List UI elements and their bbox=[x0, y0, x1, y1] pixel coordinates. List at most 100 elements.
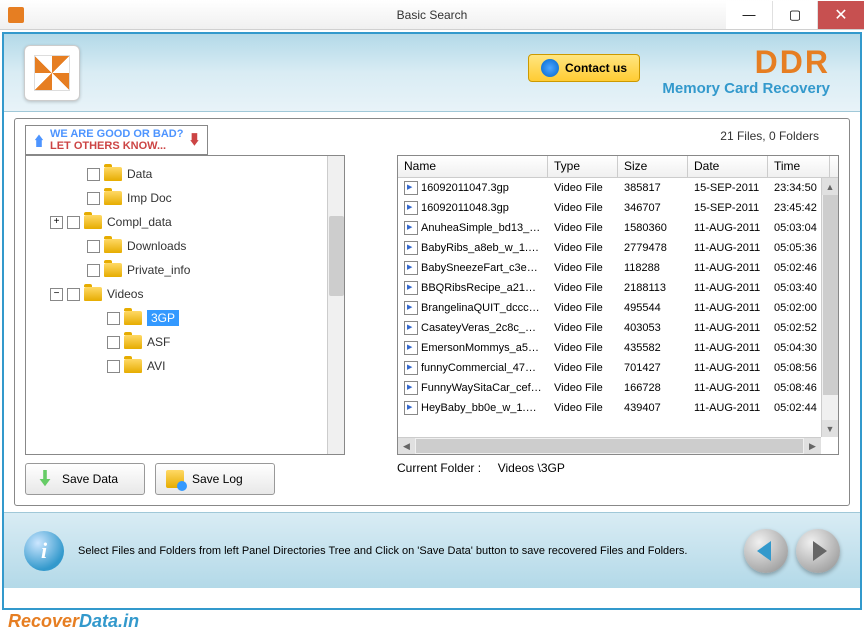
table-row[interactable]: funnyCommercial_4735_w...Video File70142… bbox=[398, 358, 838, 378]
video-file-icon bbox=[404, 301, 418, 315]
video-file-icon bbox=[404, 341, 418, 355]
content-row: Data Imp Doc + Compl_data DownloadsPrivate_i… bbox=[25, 155, 839, 455]
column-date[interactable]: Date bbox=[688, 156, 768, 177]
folder-icon bbox=[124, 335, 142, 349]
footer-hint: Select Files and Folders from left Panel… bbox=[78, 545, 730, 557]
brand-block: DDR Memory Card Recovery bbox=[662, 46, 830, 97]
table-row[interactable]: HeyBaby_bb0e_w_1.3gpVideo File43940711-A… bbox=[398, 398, 838, 418]
folder-icon bbox=[84, 287, 102, 301]
column-name[interactable]: Name bbox=[398, 156, 548, 177]
window-controls: — ▢ ✕ bbox=[726, 1, 864, 29]
folder-icon bbox=[104, 167, 122, 181]
watermark-part2: Data.in bbox=[79, 611, 139, 631]
save-log-icon bbox=[166, 470, 184, 488]
table-row[interactable]: CasateyVeras_2c8c_w_1...Video File403053… bbox=[398, 318, 838, 338]
close-button[interactable]: ✕ bbox=[818, 1, 864, 29]
file-table-header: Name Type Size Date Time bbox=[398, 156, 838, 178]
tree-label: Videos bbox=[107, 287, 143, 301]
scroll-left-icon[interactable]: ◀ bbox=[398, 438, 415, 454]
tree-item[interactable]: Private_info bbox=[30, 258, 340, 282]
tree-label: Compl_data bbox=[107, 215, 172, 229]
tree-checkbox[interactable] bbox=[107, 336, 120, 349]
tree-item[interactable]: Data bbox=[30, 162, 340, 186]
folder-icon bbox=[104, 191, 122, 205]
file-hscrollbar[interactable]: ◀ ▶ bbox=[398, 437, 821, 454]
file-list-panel: Name Type Size Date Time 16092011047.3gp… bbox=[397, 155, 839, 455]
app-icon bbox=[8, 7, 24, 23]
minimize-button[interactable]: — bbox=[726, 1, 772, 29]
tree-checkbox[interactable] bbox=[87, 192, 100, 205]
brand-subtitle: Memory Card Recovery bbox=[662, 80, 830, 97]
tree-item[interactable]: + Compl_data bbox=[30, 210, 340, 234]
contact-us-button[interactable]: Contact us bbox=[528, 54, 640, 82]
folder-icon bbox=[104, 239, 122, 253]
scroll-up-icon[interactable]: ▲ bbox=[822, 178, 838, 195]
tree-checkbox[interactable] bbox=[67, 216, 80, 229]
file-table-body[interactable]: 16092011047.3gpVideo File38581715-SEP-20… bbox=[398, 178, 838, 454]
table-row[interactable]: 16092011048.3gpVideo File34670715-SEP-20… bbox=[398, 198, 838, 218]
tree-label: ASF bbox=[147, 335, 170, 349]
tree-item[interactable]: ASF bbox=[30, 330, 340, 354]
contact-icon bbox=[541, 59, 559, 77]
table-row[interactable]: EmersonMommys_a520_w...Video File4355821… bbox=[398, 338, 838, 358]
next-button[interactable] bbox=[796, 529, 840, 573]
folder-tree-panel: Data Imp Doc + Compl_data DownloadsPrivate_i… bbox=[25, 155, 345, 455]
scroll-right-icon[interactable]: ▶ bbox=[804, 438, 821, 454]
tree-label: 3GP bbox=[147, 310, 179, 326]
current-folder-value: Videos \3GP bbox=[498, 461, 565, 475]
save-log-button[interactable]: Save Log bbox=[155, 463, 275, 495]
tree-scrollbar[interactable] bbox=[327, 156, 344, 454]
table-row[interactable]: BabyRibs_a8eb_w_1.3gpVideo File277947811… bbox=[398, 238, 838, 258]
file-vscrollbar[interactable]: ▲ ▼ bbox=[821, 178, 838, 437]
brand-name: DDR bbox=[662, 46, 830, 78]
titlebar: Basic Search — ▢ ✕ bbox=[0, 0, 864, 30]
action-buttons: Save Data Save Log bbox=[25, 463, 275, 495]
save-log-label: Save Log bbox=[192, 472, 243, 486]
column-type[interactable]: Type bbox=[548, 156, 618, 177]
tree-checkbox[interactable] bbox=[87, 168, 100, 181]
tree-label: Data bbox=[127, 167, 152, 181]
thumb-down-icon bbox=[187, 133, 201, 147]
save-data-button[interactable]: Save Data bbox=[25, 463, 145, 495]
current-folder-label: Current Folder : bbox=[397, 461, 481, 475]
main-frame: Contact us DDR Memory Card Recovery WE A… bbox=[2, 32, 862, 610]
video-file-icon bbox=[404, 281, 418, 295]
footer-bar: i Select Files and Folders from left Pan… bbox=[4, 512, 860, 588]
tree-label: Imp Doc bbox=[127, 191, 172, 205]
watermark-part1: Recover bbox=[8, 611, 79, 631]
column-time[interactable]: Time bbox=[768, 156, 830, 177]
tree-checkbox[interactable] bbox=[107, 360, 120, 373]
folder-tree[interactable]: Data Imp Doc + Compl_data DownloadsPrivate_i… bbox=[26, 156, 344, 384]
column-size[interactable]: Size bbox=[618, 156, 688, 177]
folder-icon bbox=[104, 263, 122, 277]
tree-item[interactable]: AVI bbox=[30, 354, 340, 378]
video-file-icon bbox=[404, 361, 418, 375]
expand-toggle[interactable]: − bbox=[50, 288, 63, 301]
tree-item[interactable]: − Videos bbox=[30, 282, 340, 306]
table-row[interactable]: BrangelinaQUIT_dccc_w_...Video File49554… bbox=[398, 298, 838, 318]
prev-button[interactable] bbox=[744, 529, 788, 573]
tree-checkbox[interactable] bbox=[87, 264, 100, 277]
tree-checkbox[interactable] bbox=[107, 312, 120, 325]
feedback-text: WE ARE GOOD OR BAD? LET OTHERS KNOW... bbox=[50, 128, 183, 152]
save-data-icon bbox=[36, 470, 54, 488]
video-file-icon bbox=[404, 381, 418, 395]
feedback-banner[interactable]: WE ARE GOOD OR BAD? LET OTHERS KNOW... bbox=[25, 125, 208, 155]
video-file-icon bbox=[404, 261, 418, 275]
tree-label: AVI bbox=[147, 359, 165, 373]
table-row[interactable]: 16092011047.3gpVideo File38581715-SEP-20… bbox=[398, 178, 838, 198]
tree-item[interactable]: Downloads bbox=[30, 234, 340, 258]
table-row[interactable]: BabySneezeFart_c3e2_w...Video File118288… bbox=[398, 258, 838, 278]
tree-checkbox[interactable] bbox=[87, 240, 100, 253]
video-file-icon bbox=[404, 321, 418, 335]
tree-item[interactable]: Imp Doc bbox=[30, 186, 340, 210]
table-row[interactable]: FunnyWaySitaCar_cefb_...Video File166728… bbox=[398, 378, 838, 398]
tree-checkbox[interactable] bbox=[67, 288, 80, 301]
maximize-button[interactable]: ▢ bbox=[772, 1, 818, 29]
table-row[interactable]: AnuheaSimple_bd13_w_1...Video File158036… bbox=[398, 218, 838, 238]
main-panel: WE ARE GOOD OR BAD? LET OTHERS KNOW... 2… bbox=[14, 118, 850, 506]
expand-toggle[interactable]: + bbox=[50, 216, 63, 229]
table-row[interactable]: BBQRibsRecipe_a21d_w_...Video File218811… bbox=[398, 278, 838, 298]
scroll-down-icon[interactable]: ▼ bbox=[822, 420, 838, 437]
tree-item[interactable]: 3GP bbox=[30, 306, 340, 330]
